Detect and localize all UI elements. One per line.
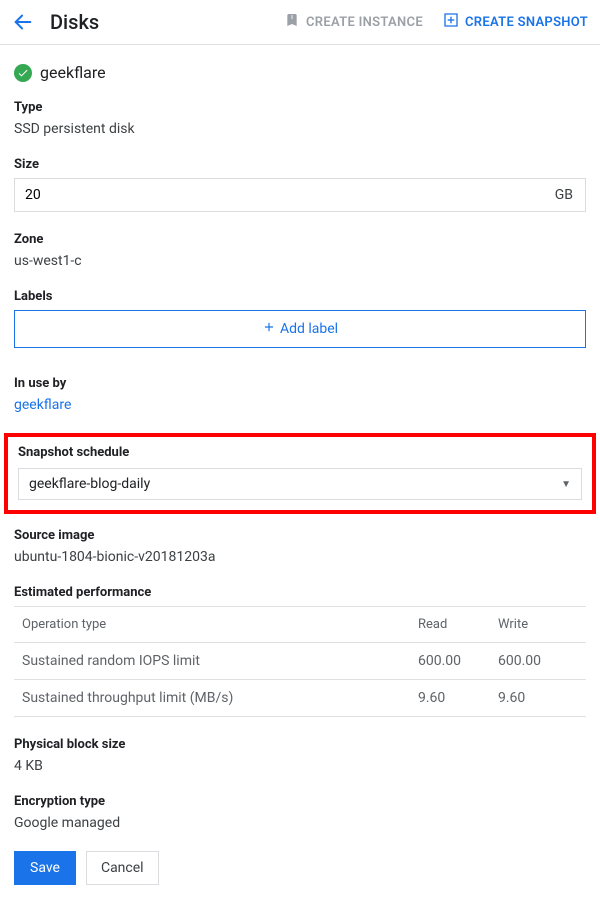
create-snapshot-button[interactable]: CREATE SNAPSHOT xyxy=(443,12,588,32)
back-arrow-icon[interactable] xyxy=(12,11,34,33)
create-instance-button[interactable]: CREATE INSTANCE xyxy=(284,12,423,32)
labels-section-label: Labels xyxy=(14,289,586,304)
physical-block-value: 4 KB xyxy=(14,758,586,774)
size-input[interactable] xyxy=(15,181,549,209)
in-use-by-label: In use by xyxy=(14,376,586,391)
perf-write: 9.60 xyxy=(498,690,578,706)
page-header: Disks CREATE INSTANCE CREATE SNAPSHOT xyxy=(0,0,600,45)
perf-write: 600.00 xyxy=(498,653,578,669)
table-row: Sustained throughput limit (MB/s) 9.60 9… xyxy=(14,680,586,717)
snapshot-schedule-highlight: Snapshot schedule geekflare-blog-daily ▼ xyxy=(4,433,596,514)
size-unit: GB xyxy=(549,187,585,203)
encryption-label: Encryption type xyxy=(14,794,586,809)
perf-read: 600.00 xyxy=(418,653,498,669)
page-title: Disks xyxy=(50,10,99,34)
disk-name-row: geekflare xyxy=(14,63,586,82)
size-label: Size xyxy=(14,157,586,172)
plus-icon xyxy=(262,320,276,338)
bookmark-icon xyxy=(284,12,300,32)
check-circle-icon xyxy=(14,64,32,82)
cancel-button[interactable]: Cancel xyxy=(86,851,159,885)
physical-block-label: Physical block size xyxy=(14,737,586,752)
encryption-value: Google managed xyxy=(14,815,586,831)
est-perf-label: Estimated performance xyxy=(14,585,586,600)
perf-header-row: Operation type Read Write xyxy=(14,606,586,643)
perf-col-write: Write xyxy=(498,617,578,632)
create-instance-label: CREATE INSTANCE xyxy=(306,15,423,30)
perf-read: 9.60 xyxy=(418,690,498,706)
snapshot-schedule-dropdown[interactable]: geekflare-blog-daily ▼ xyxy=(18,468,582,500)
add-box-icon xyxy=(443,12,459,32)
add-label-text: Add label xyxy=(280,321,338,337)
perf-col-read: Read xyxy=(418,617,498,632)
size-field: GB xyxy=(14,178,586,212)
header-actions: CREATE INSTANCE CREATE SNAPSHOT xyxy=(284,12,588,32)
table-row: Sustained random IOPS limit 600.00 600.0… xyxy=(14,643,586,680)
chevron-down-icon: ▼ xyxy=(561,479,571,490)
add-label-button[interactable]: Add label xyxy=(14,310,586,348)
button-row: Save Cancel xyxy=(14,851,586,885)
source-image-label: Source image xyxy=(14,528,586,543)
source-image-value: ubuntu-1804-bionic-v20181203a xyxy=(14,549,586,565)
zone-label: Zone xyxy=(14,232,586,247)
perf-op: Sustained throughput limit (MB/s) xyxy=(22,690,418,706)
snapshot-schedule-value: geekflare-blog-daily xyxy=(29,476,150,492)
type-label: Type xyxy=(14,100,586,115)
in-use-by-link[interactable]: geekflare xyxy=(14,397,71,413)
snapshot-schedule-label: Snapshot schedule xyxy=(18,445,582,460)
zone-value: us-west1-c xyxy=(14,253,586,269)
content: geekflare Type SSD persistent disk Size … xyxy=(0,45,600,905)
perf-col-operation: Operation type xyxy=(22,617,418,632)
type-value: SSD persistent disk xyxy=(14,121,586,137)
disk-name: geekflare xyxy=(40,63,106,82)
perf-op: Sustained random IOPS limit xyxy=(22,653,418,669)
create-snapshot-label: CREATE SNAPSHOT xyxy=(465,15,588,30)
performance-table: Operation type Read Write Sustained rand… xyxy=(14,606,586,717)
save-button[interactable]: Save xyxy=(14,851,76,885)
